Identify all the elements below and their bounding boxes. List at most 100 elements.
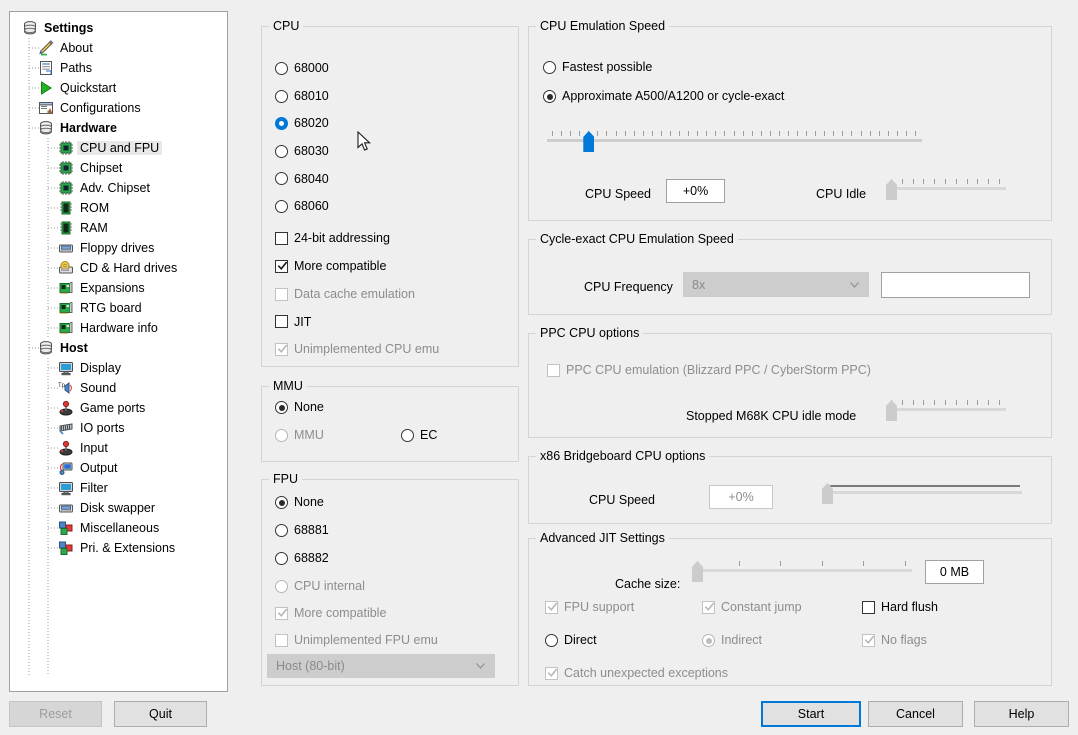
checkbox-jit[interactable]: JIT: [275, 315, 311, 329]
sidebar-item-about[interactable]: About: [10, 38, 227, 58]
radio-68030[interactable]: 68030: [275, 144, 329, 158]
sidebar-item-host[interactable]: Host: [10, 338, 227, 358]
checkbox-jit-fpu-support[interactable]: FPU support: [545, 601, 634, 614]
sidebar-item-cd-hard-drives[interactable]: CD & Hard drives: [10, 258, 227, 278]
sidebar-item-hardware[interactable]: Hardware: [10, 118, 227, 138]
radio-label: 68060: [294, 199, 329, 214]
sidebar-item-game-ports[interactable]: Game ports: [10, 398, 227, 418]
cpu-frequency-input[interactable]: [881, 272, 1030, 298]
joystick-icon: [58, 400, 75, 416]
sidebar-item-adv-chipset[interactable]: Adv. Chipset: [10, 178, 227, 198]
radio-jit-direct[interactable]: Direct: [545, 634, 597, 647]
sidebar-item-sound[interactable]: Tp Sound: [10, 378, 227, 398]
radio-fpu-none[interactable]: None: [275, 496, 324, 509]
radio-fpu-68881[interactable]: 68881: [275, 524, 329, 537]
cache-size-slider[interactable]: [692, 561, 912, 583]
slider-ticks: [886, 400, 1006, 406]
sidebar-item-chipset[interactable]: Chipset: [10, 158, 227, 178]
sidebar-item-filter[interactable]: Filter: [10, 478, 227, 498]
help-button[interactable]: Help: [974, 701, 1069, 727]
radio-68020[interactable]: 68020: [275, 117, 329, 131]
cpu-speed-slider[interactable]: [547, 131, 922, 153]
radio-fpu-68882[interactable]: 68882: [275, 552, 329, 565]
sidebar-item-miscellaneous[interactable]: Miscellaneous: [10, 518, 227, 538]
x86-cpu-speed-slider[interactable]: [822, 483, 1022, 505]
checkbox-jit-no-flags[interactable]: No flags: [862, 634, 927, 647]
slider-tick: [742, 131, 744, 136]
x86-cpu-speed-field[interactable]: +0%: [709, 485, 773, 509]
sidebar-item-rtg-board[interactable]: RTG board: [10, 298, 227, 318]
settings-tree-panel[interactable]: Settings About Paths Quickstart Configuratio…: [9, 11, 228, 692]
slider-tick: [751, 131, 753, 136]
sidebar-item-hardware-info[interactable]: Hardware info: [10, 318, 227, 338]
chip-icon: [59, 161, 73, 175]
checkbox-24-bit-addressing[interactable]: 24-bit addressing: [275, 232, 390, 245]
stopped-m68k-idle-slider[interactable]: [886, 400, 1006, 422]
radio-fpu-cpu-internal[interactable]: CPU internal: [275, 580, 365, 593]
radio-68060[interactable]: 68060: [275, 200, 329, 213]
cpu-idle-slider[interactable]: [886, 179, 1006, 201]
radio-68010[interactable]: 68010: [275, 89, 329, 103]
slider-tick: [815, 131, 817, 136]
slider-tick: [945, 400, 946, 405]
sidebar-item-cpu-and-fpu[interactable]: CPU and FPU: [10, 138, 227, 158]
checkbox-more-compatible[interactable]: More compatible: [275, 259, 386, 273]
reset-button[interactable]: Reset: [9, 701, 102, 727]
io-ports-icon: [59, 423, 73, 435]
checkbox-fpu-more-compatible[interactable]: More compatible: [275, 607, 386, 620]
sidebar-item-label: Input: [80, 440, 108, 455]
cancel-button[interactable]: Cancel: [868, 701, 963, 727]
chip-icon: [58, 160, 75, 176]
checkbox-jit-catch-unexpected-exceptions[interactable]: Catch unexpected exceptions: [545, 667, 728, 680]
slider-tick: [905, 561, 906, 566]
radio-approximate-cycle-exact[interactable]: Approximate A500/A1200 or cycle-exact: [543, 90, 784, 103]
radio-fastest-possible[interactable]: Fastest possible: [543, 61, 652, 74]
cpu-speed-value-field[interactable]: +0%: [666, 179, 725, 203]
sidebar-item-floppy-drives[interactable]: Floppy drives: [10, 238, 227, 258]
slider-tick: [787, 131, 789, 136]
sidebar-item-rom[interactable]: ROM: [10, 198, 227, 218]
sidebar-item-disk-swapper[interactable]: Disk swapper: [10, 498, 227, 518]
sidebar-item-label: RAM: [80, 220, 108, 235]
sidebar-item-quickstart[interactable]: Quickstart: [10, 78, 227, 98]
cpu-frequency-combo[interactable]: 8x: [683, 272, 869, 297]
blocks-icon: [59, 521, 73, 535]
radio-68000[interactable]: 68000: [275, 62, 329, 75]
sidebar-item-paths[interactable]: Paths: [10, 58, 227, 78]
checkbox-jit-constant-jump[interactable]: Constant jump: [702, 601, 802, 614]
checkbox-label: FPU support: [564, 600, 635, 615]
slider-tick: [769, 131, 771, 136]
radio-mmu-ec[interactable]: EC: [401, 429, 437, 442]
radio-68040[interactable]: 68040: [275, 172, 329, 186]
sidebar-item-io-ports[interactable]: IO ports: [10, 418, 227, 438]
radio-jit-indirect[interactable]: Indirect: [702, 634, 762, 647]
checkbox-indicator: [862, 601, 875, 614]
radio-indicator: [275, 144, 288, 158]
slider-track: [886, 408, 1006, 411]
fpu-precision-combo[interactable]: Host (80-bit): [267, 654, 495, 678]
radio-mmu-mmu[interactable]: MMU: [275, 429, 324, 442]
sidebar-item-pri-extensions[interactable]: Pri. & Extensions: [10, 538, 227, 558]
sidebar-item-settings[interactable]: Settings: [10, 18, 227, 38]
slider-tick: [977, 179, 979, 184]
joystick-icon: [59, 440, 73, 456]
radio-mmu-none[interactable]: None: [275, 401, 324, 414]
sidebar-item-configurations[interactable]: Configurations: [10, 98, 227, 118]
chevron-down-icon: [850, 281, 859, 288]
sidebar-item-ram[interactable]: RAM: [10, 218, 227, 238]
sidebar-item-output[interactable]: Output: [10, 458, 227, 478]
checkbox-ppc-cpu-emulation[interactable]: PPC CPU emulation (Blizzard PPC / CyberS…: [547, 364, 871, 377]
sidebar-item-label: Adv. Chipset: [80, 180, 150, 195]
checkbox-fpu-unimplemented-fpu-emu[interactable]: Unimplemented FPU emu: [275, 634, 438, 647]
checkbox-data-cache-emulation[interactable]: Data cache emulation: [275, 286, 415, 301]
quit-button[interactable]: Quit: [114, 701, 207, 727]
checkbox-label: Data cache emulation: [294, 286, 415, 301]
cache-size-value-field[interactable]: 0 MB: [925, 560, 984, 584]
sidebar-item-display[interactable]: Display: [10, 358, 227, 378]
sidebar-item-input[interactable]: Input: [10, 438, 227, 458]
sidebar-item-expansions[interactable]: Expansions: [10, 278, 227, 298]
sidebar-item-label: CD & Hard drives: [80, 260, 178, 275]
start-button[interactable]: Start: [761, 701, 861, 727]
checkbox-jit-hard-flush[interactable]: Hard flush: [862, 601, 938, 614]
checkbox-unimplemented-cpu-emu[interactable]: Unimplemented CPU emu: [275, 343, 439, 357]
